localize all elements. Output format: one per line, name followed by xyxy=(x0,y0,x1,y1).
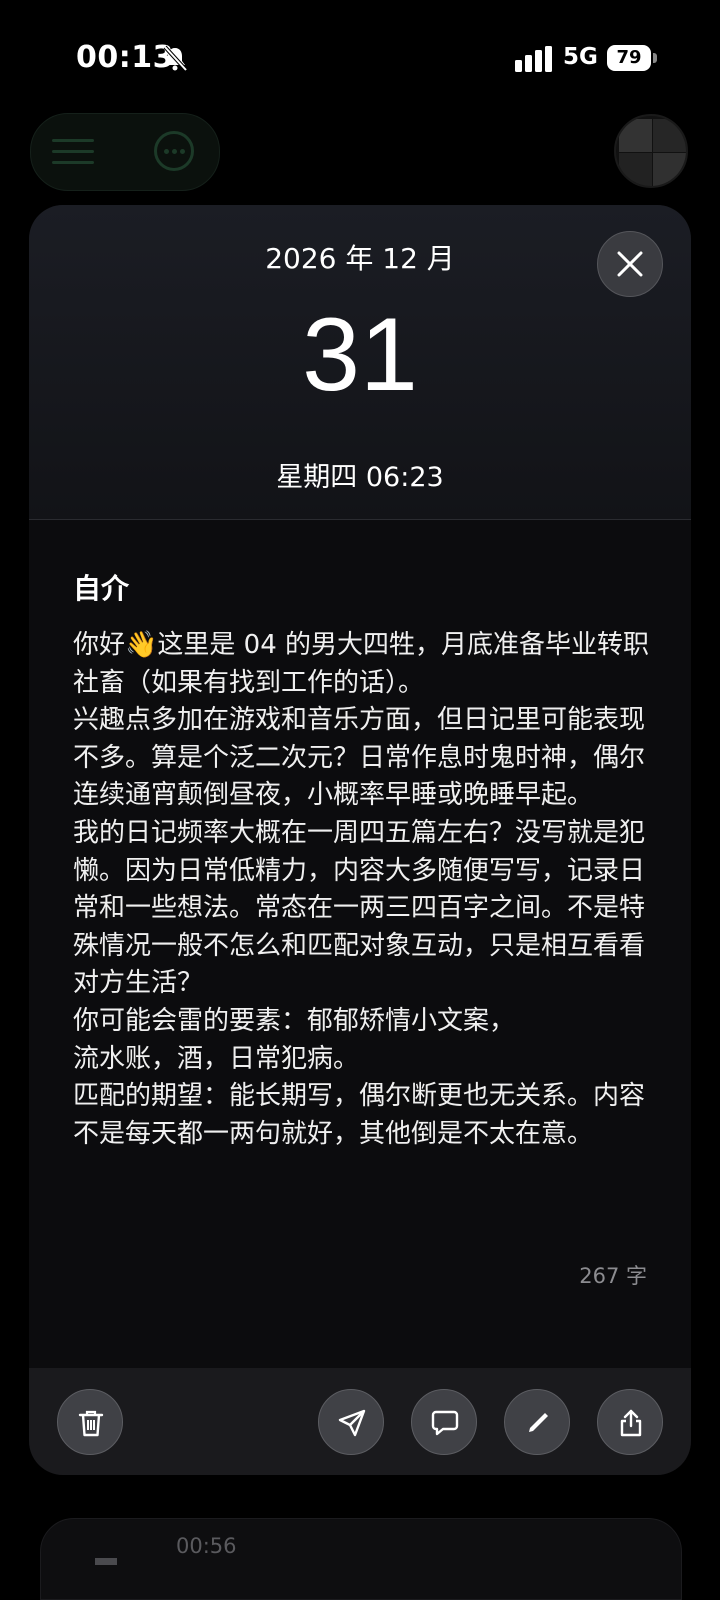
battery-icon: 79 xyxy=(607,45,657,71)
delete-button[interactable] xyxy=(57,1389,123,1455)
diary-entry-card: 2026 年 12 月 31 星期四 06:23 自介 你好👋这里是 04 的男… xyxy=(29,205,691,1475)
avatar[interactable] xyxy=(614,114,688,188)
close-button[interactable] xyxy=(597,231,663,297)
word-count: 267 字 xyxy=(579,1264,647,1288)
battery-level: 79 xyxy=(607,45,651,71)
edit-button[interactable] xyxy=(504,1389,570,1455)
send-icon xyxy=(338,1409,366,1437)
entry-day: 31 xyxy=(302,297,418,413)
entry-body-text: 这里是 04 的男大四牲，月底准备毕业转职社畜（如果有找到工作的话）。 兴趣点多… xyxy=(73,630,650,1149)
close-icon xyxy=(617,251,643,277)
menu-icon[interactable] xyxy=(52,138,94,166)
bell-muted-icon xyxy=(163,45,188,72)
comment-icon xyxy=(431,1410,459,1436)
status-bar: 00:13 5G 79 xyxy=(0,0,720,110)
pencil-icon xyxy=(529,1413,548,1432)
entry-body: 你好👋这里是 04 的男大四牲，月底准备毕业转职社畜（如果有找到工作的话）。 兴… xyxy=(73,627,649,1153)
send-button[interactable] xyxy=(318,1389,384,1455)
entry-month: 2026 年 12 月 xyxy=(265,242,455,275)
share-icon xyxy=(620,1409,642,1437)
entry-title: 自介 xyxy=(73,572,130,605)
trash-icon xyxy=(78,1410,104,1437)
next-entry-time: 00:56 xyxy=(176,1534,237,1558)
entry-toolbar xyxy=(29,1368,691,1475)
signal-icon xyxy=(515,46,552,72)
more-icon[interactable] xyxy=(154,131,194,171)
wave-emoji-icon: 👋 xyxy=(125,630,158,660)
comment-button[interactable] xyxy=(411,1389,477,1455)
network-type: 5G xyxy=(563,44,598,70)
status-time: 00:13 xyxy=(76,40,174,75)
next-entry-card[interactable] xyxy=(40,1518,682,1600)
entry-body-start: 你好 xyxy=(73,630,126,660)
entry-date-header: 2026 年 12 月 31 星期四 06:23 xyxy=(29,205,691,520)
share-button[interactable] xyxy=(597,1389,663,1455)
next-entry-marker xyxy=(95,1558,117,1565)
entry-weekday-time: 星期四 06:23 xyxy=(276,462,444,493)
